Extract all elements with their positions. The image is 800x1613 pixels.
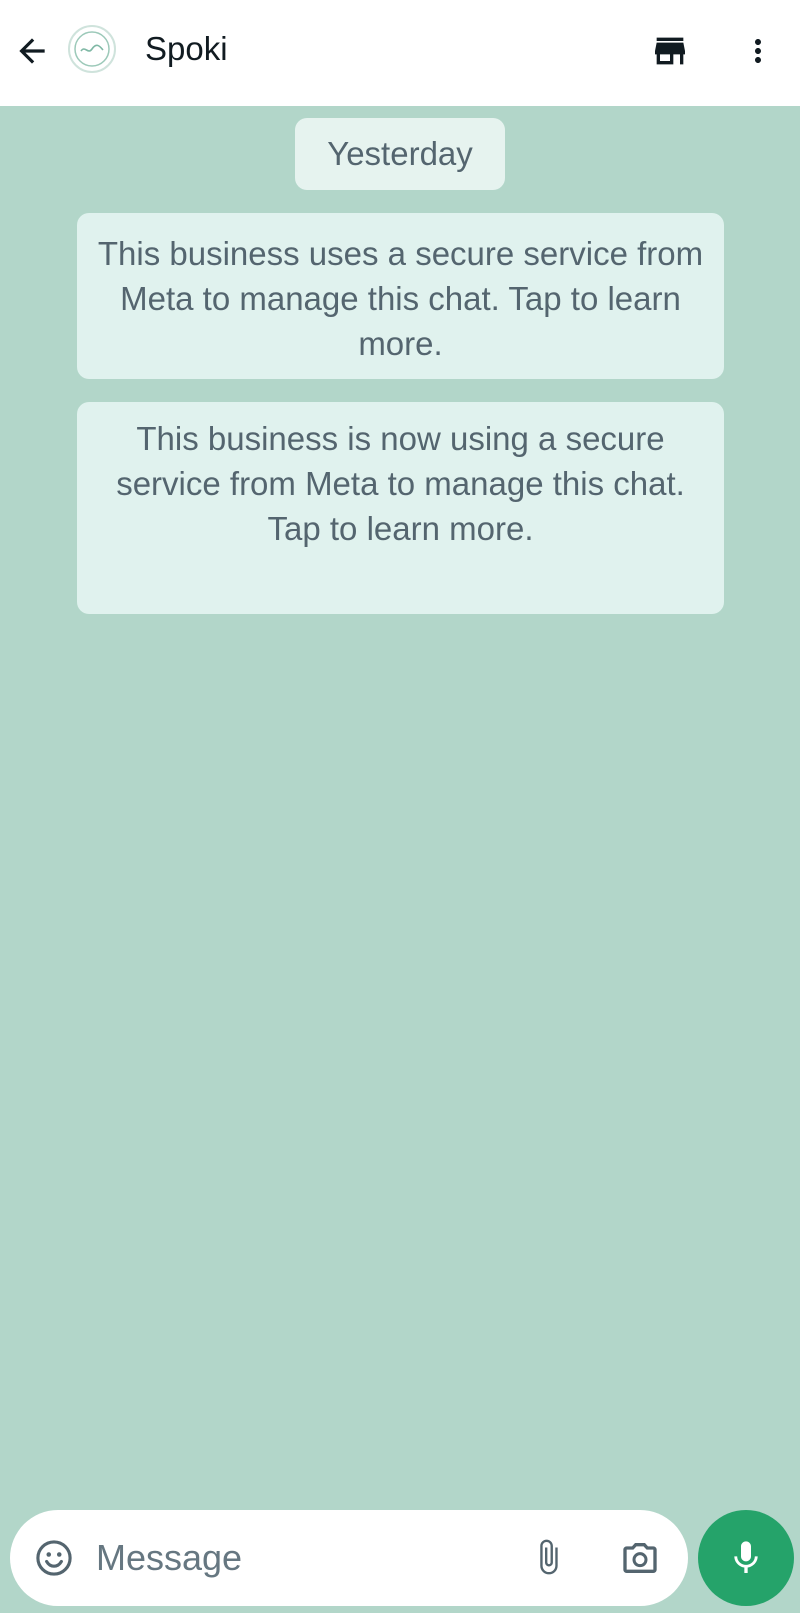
app-bar: Spoki [0, 0, 800, 106]
voice-message-button[interactable] [698, 1510, 794, 1606]
message-input[interactable] [96, 1532, 496, 1584]
system-message[interactable]: This business is now using a secure serv… [77, 402, 724, 614]
avatar[interactable] [68, 25, 116, 73]
emoji-icon [36, 1540, 72, 1576]
back-button[interactable] [8, 27, 56, 75]
more-vertical-icon [755, 39, 761, 63]
shop-button[interactable] [644, 25, 696, 77]
emoji-button[interactable] [30, 1534, 78, 1582]
camera-button[interactable] [614, 1534, 666, 1582]
arrow-left-icon [19, 38, 45, 64]
camera-icon [623, 1543, 657, 1573]
system-message[interactable]: This business uses a secure service from… [77, 213, 724, 379]
date-divider: Yesterday [295, 118, 505, 190]
menu-button[interactable] [734, 25, 782, 77]
microphone-icon [734, 1541, 758, 1573]
paperclip-icon [540, 1539, 558, 1575]
storefront-icon [655, 37, 685, 65]
message-composer [10, 1510, 688, 1606]
business-logo-icon [74, 31, 110, 67]
contact-name[interactable]: Spoki [145, 29, 228, 69]
attach-button[interactable] [526, 1534, 574, 1582]
